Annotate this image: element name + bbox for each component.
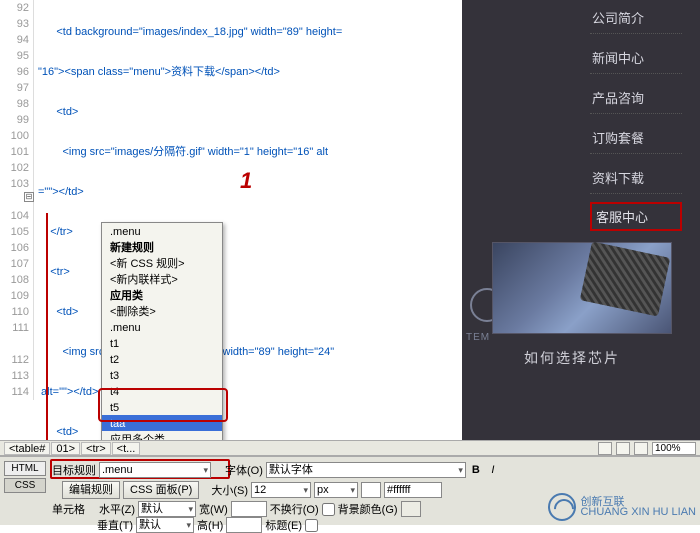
- annotation-box: [98, 388, 228, 422]
- nav-item[interactable]: 产品咨询: [590, 82, 682, 114]
- hdr-label: 标题(E): [265, 517, 302, 533]
- preview-tem-label: TEM: [466, 332, 490, 343]
- hw-dropdown[interactable]: 默认: [138, 501, 196, 517]
- menu-item[interactable]: .menu: [102, 319, 222, 335]
- cell-label: 单元格: [52, 501, 85, 517]
- hw-label: 水平(Z): [99, 501, 135, 517]
- menu-item-multi[interactable]: 应用多个类...: [102, 431, 222, 440]
- hdr-checkbox[interactable]: [305, 519, 318, 532]
- font-label: 字体(O): [225, 462, 263, 478]
- h-label: 高(H): [197, 517, 223, 533]
- code-editor[interactable]: 9293949596979899100101102103104105106107…: [0, 0, 462, 440]
- target-rule-label: 目标规则: [52, 462, 96, 478]
- crumb-item[interactable]: <tr>: [81, 442, 111, 455]
- italic-button[interactable]: I: [486, 464, 500, 476]
- menu-item[interactable]: <删除类>: [102, 303, 222, 319]
- crumb-item[interactable]: 01>: [51, 442, 80, 455]
- watermark: 创新互联CHUANG XIN HU LIAN: [548, 493, 696, 521]
- color-field[interactable]: #ffffff: [384, 482, 442, 498]
- target-rule-dropdown[interactable]: .menu: [99, 462, 211, 478]
- bold-button[interactable]: B: [469, 464, 483, 476]
- preview-caption: 如何选择芯片: [524, 348, 620, 368]
- tag-breadcrumb[interactable]: <table#01><tr><t... 100%: [0, 440, 700, 456]
- bg-swatch[interactable]: [401, 501, 421, 517]
- menu-item-new-rule[interactable]: 新建规则: [102, 239, 222, 255]
- nav-item-active[interactable]: 客服中心: [590, 202, 682, 231]
- zoom-field[interactable]: 100%: [652, 442, 696, 455]
- menu-item-apply-class[interactable]: 应用类: [102, 287, 222, 303]
- font-dropdown[interactable]: 默认字体: [266, 462, 466, 478]
- size-unit-dropdown[interactable]: px: [314, 482, 358, 498]
- edit-rule-button[interactable]: 编辑规则: [62, 481, 120, 499]
- menu-item[interactable]: t1: [102, 335, 222, 351]
- v-dropdown[interactable]: 默认: [136, 517, 194, 533]
- crumb-item[interactable]: <table#: [4, 442, 50, 455]
- watermark-logo-icon: [548, 493, 576, 521]
- fold-icon[interactable]: ⊟: [24, 192, 34, 202]
- nowrap-checkbox[interactable]: [322, 503, 335, 516]
- nav-item[interactable]: 资料下载: [590, 162, 682, 194]
- bg-label: 背景颜色(G): [338, 501, 398, 517]
- h-field[interactable]: [226, 517, 262, 533]
- nav-item[interactable]: 公司简介: [590, 2, 682, 34]
- nav-item[interactable]: 新闻中心: [590, 42, 682, 74]
- menu-item[interactable]: t3: [102, 367, 222, 383]
- menu-item[interactable]: .menu: [102, 223, 222, 239]
- menu-item[interactable]: <新 CSS 规则>: [102, 255, 222, 271]
- nav-item[interactable]: 订购套餐: [590, 122, 682, 154]
- size-dropdown[interactable]: 12: [251, 482, 311, 498]
- preview-nav: 公司简介 新闻中心 产品咨询 订购套餐 资料下载 客服中心: [590, 2, 682, 239]
- menu-item[interactable]: t2: [102, 351, 222, 367]
- size-label: 大小(S): [211, 482, 248, 498]
- tab-css[interactable]: CSS: [4, 478, 46, 493]
- preview-pane: 公司简介 新闻中心 产品咨询 订购套餐 资料下载 客服中心 2 TEM 如何选择…: [462, 0, 700, 440]
- annotation-1: 1: [240, 168, 252, 194]
- preview-image: [492, 242, 672, 334]
- crumb-item[interactable]: <t...: [112, 442, 141, 455]
- annotation-arrow: [46, 213, 48, 440]
- menu-item[interactable]: <新内联样式>: [102, 271, 222, 287]
- v-label: 垂直(T): [97, 517, 133, 533]
- css-panel-button[interactable]: CSS 面板(P): [123, 481, 199, 499]
- tool-icon[interactable]: [616, 442, 630, 455]
- tool-icon[interactable]: [598, 442, 612, 455]
- w-field[interactable]: [231, 501, 267, 517]
- w-label: 宽(W): [199, 501, 228, 517]
- tab-html[interactable]: HTML: [4, 461, 46, 476]
- nowrap-label: 不换行(O): [270, 501, 319, 517]
- color-swatch[interactable]: [361, 482, 381, 498]
- tool-icon[interactable]: [634, 442, 648, 455]
